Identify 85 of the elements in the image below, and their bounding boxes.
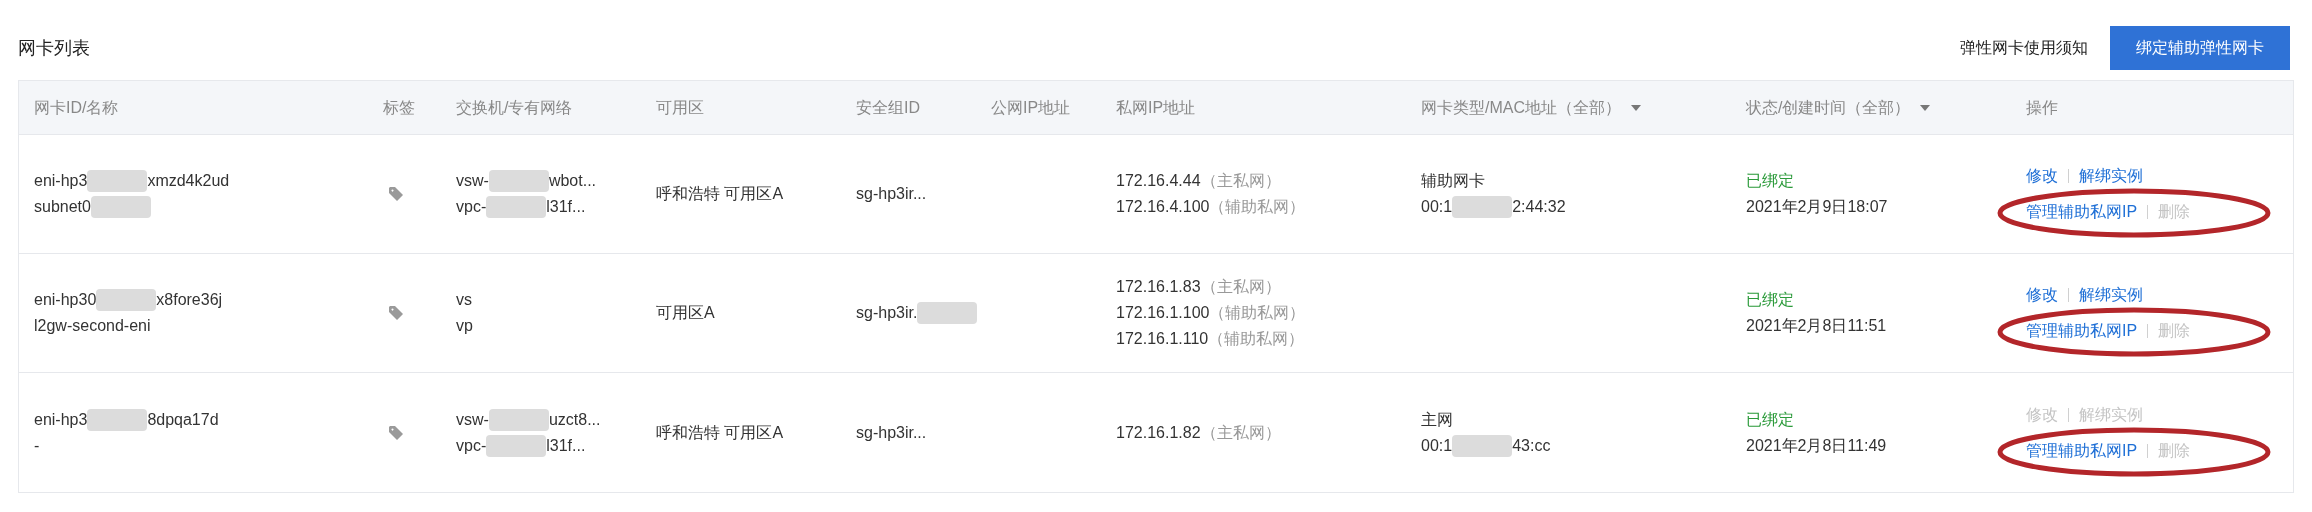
ip-role: （辅助私网） <box>1208 329 1305 349</box>
cell-text: sg-hp3ir... <box>856 422 927 443</box>
cell-text: l31f... <box>546 197 586 217</box>
status-text: 已绑定 <box>1746 290 1794 310</box>
cell-text: 43:cc <box>1512 435 1551 456</box>
cell-text: vs <box>456 290 472 310</box>
ip-role: （主私网） <box>1200 422 1281 443</box>
column-header: 可用区 <box>656 97 704 118</box>
blurred-redaction <box>90 196 151 218</box>
blurred-redaction <box>87 170 148 192</box>
column-filter-header[interactable]: 状态/创建时间（全部） <box>1746 95 1931 120</box>
action-link[interactable]: 解绑实例 <box>2079 164 2143 188</box>
cell-text: l31f... <box>546 435 586 456</box>
cell-text: vpc- <box>456 197 487 217</box>
action-link[interactable]: 修改 <box>2026 283 2058 307</box>
cell-text: sg-hp3ir... <box>856 184 927 204</box>
tag-icon[interactable] <box>388 305 404 321</box>
column-filter-header[interactable]: 网卡类型/MAC地址（全部） <box>1421 95 1641 120</box>
blurred-redaction <box>87 408 148 431</box>
column-header: 交换机/专有网络 <box>456 97 573 118</box>
cell-text: - <box>34 435 40 456</box>
caret-icon[interactable] <box>1631 104 1641 111</box>
notice-link[interactable]: 弹性网卡使用须知 <box>1960 36 2088 60</box>
action-link[interactable]: 管理辅助私网IP <box>2026 319 2138 343</box>
ip-role: （辅助私网） <box>1209 303 1306 323</box>
action-link[interactable]: 管理辅助私网IP <box>2026 200 2138 224</box>
bind-nic-button[interactable]: 绑定辅助弹性网卡 <box>2110 26 2290 70</box>
cell-text: eni-hp30 <box>34 290 97 310</box>
nic-type: 辅助网卡 <box>1421 171 1485 191</box>
zone-text: 呼和浩特 可用区A <box>656 185 784 202</box>
caret-icon[interactable] <box>1920 104 1931 111</box>
column-header: 安全组ID <box>856 97 920 118</box>
cell-text: eni-hp3 <box>34 409 88 430</box>
status-text: 已绑定 <box>1746 409 1794 430</box>
tag-icon[interactable] <box>388 424 404 441</box>
cell-text: vpc- <box>456 435 487 456</box>
private-ip: 172.16.4.100 <box>1116 197 1210 217</box>
action-link[interactable]: 管理辅助私网IP <box>2026 438 2138 463</box>
cell-text: vp <box>456 316 473 336</box>
cell-text: 00:1 <box>1421 435 1453 456</box>
cell-text: sg-hp3ir. <box>856 303 918 323</box>
column-header: 私网IP地址 <box>1116 97 1196 118</box>
cell-text: 00:1 <box>1421 197 1453 217</box>
action-link[interactable]: 解绑实例 <box>2079 283 2143 307</box>
cell-text: wbot... <box>548 171 597 191</box>
zone-text: 呼和浩特 可用区A <box>656 423 784 441</box>
cell-text: 8dpqa17d <box>147 409 219 430</box>
blurred-redaction <box>1452 196 1513 218</box>
column-header: 操作 <box>2026 97 2058 118</box>
cell-text: uzct8... <box>548 409 601 430</box>
created-time: 2021年2月9日18:07 <box>1746 197 1888 217</box>
cell-text: 2:44:32 <box>1512 197 1566 217</box>
ip-role: （主私网） <box>1200 277 1281 297</box>
blurred-redaction <box>486 434 547 457</box>
blurred-redaction <box>486 196 547 218</box>
cell-text: subnet0 <box>34 197 91 217</box>
tag-icon[interactable] <box>388 186 404 202</box>
cell-text: vsw- <box>456 409 489 430</box>
ip-role: （主私网） <box>1200 171 1281 191</box>
cell-text: eni-hp3 <box>34 171 88 191</box>
private-ip: 172.16.1.83 <box>1116 277 1201 297</box>
private-ip: 172.16.1.110 <box>1116 329 1209 349</box>
zone-text: 可用区A <box>656 304 715 321</box>
private-ip: 172.16.1.100 <box>1116 303 1210 323</box>
cell-text: xmzd4k2ud <box>147 171 230 191</box>
private-ip: 172.16.1.82 <box>1116 422 1201 443</box>
created-time: 2021年2月8日11:49 <box>1746 435 1887 456</box>
column-header: 网卡ID/名称 <box>34 97 119 118</box>
cell-text: l2gw-second-eni <box>34 316 151 336</box>
blurred-redaction <box>1452 434 1513 457</box>
ip-role: （辅助私网） <box>1209 197 1306 217</box>
created-time: 2021年2月8日11:51 <box>1746 316 1887 336</box>
cell-text: x8fore36j <box>156 290 223 310</box>
blurred-redaction <box>488 170 549 192</box>
blurred-redaction <box>488 408 549 431</box>
action-link[interactable]: 修改 <box>2026 164 2058 188</box>
nic-type: 主网 <box>1421 409 1453 430</box>
status-text: 已绑定 <box>1746 171 1794 191</box>
cell-text: vsw- <box>456 171 489 191</box>
column-header: 标签 <box>383 97 415 118</box>
column-header: 公网IP地址 <box>991 97 1071 118</box>
blurred-redaction <box>917 302 978 324</box>
page-title: 网卡列表 <box>18 36 90 60</box>
private-ip: 172.16.4.44 <box>1116 171 1201 191</box>
blurred-redaction <box>96 289 157 311</box>
